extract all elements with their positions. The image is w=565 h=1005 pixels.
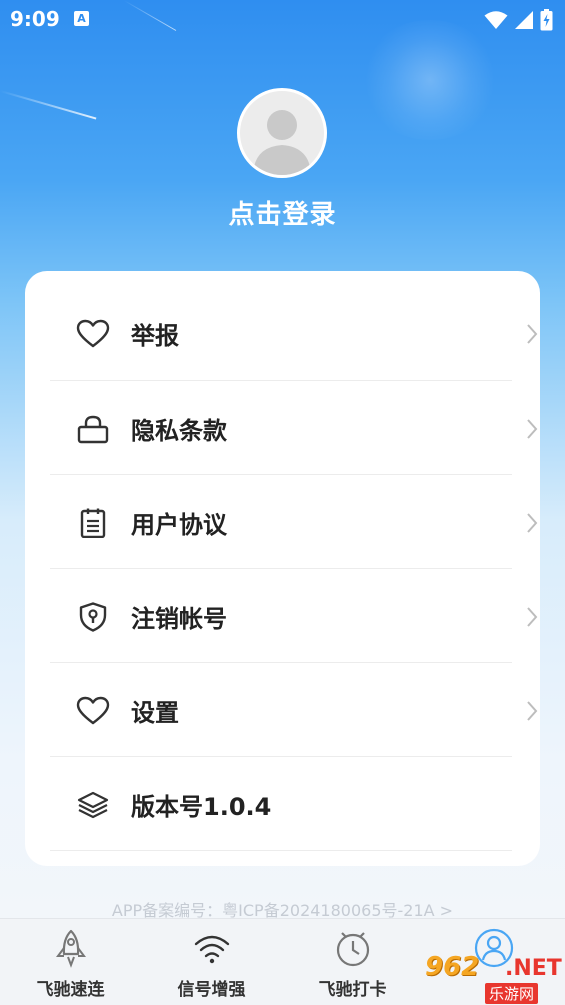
heart-icon xyxy=(76,696,110,725)
chevron-right-icon xyxy=(527,701,538,721)
menu-item-user-agreement[interactable]: 用户协议 xyxy=(50,475,540,569)
cellular-signal-icon xyxy=(515,11,533,29)
status-icons xyxy=(484,9,553,31)
tab-signal-boost[interactable]: 信号增强 xyxy=(141,919,282,1005)
nav-label: 飞驰速连 xyxy=(36,980,105,1000)
background-sparkle xyxy=(360,20,500,140)
chevron-right-icon xyxy=(527,607,538,627)
menu-item-label: 注销帐号 xyxy=(131,605,227,633)
watermark-number: 962 xyxy=(425,952,480,982)
wifi-icon xyxy=(484,11,508,29)
menu-item-version: 版本号1.0.4 xyxy=(50,757,540,851)
menu-item-settings[interactable]: 设置 xyxy=(50,663,540,757)
notification-badge: A xyxy=(74,11,89,26)
heart-icon xyxy=(76,319,110,348)
nav-label: 飞驰打卡 xyxy=(318,980,387,1000)
status-time: 9:09 xyxy=(10,7,60,31)
chevron-right-icon xyxy=(527,324,538,344)
menu-item-delete-account[interactable]: 注销帐号 xyxy=(50,569,540,663)
rocket-icon xyxy=(56,929,86,968)
status-bar: 9:09 A xyxy=(0,0,565,38)
menu-card: 举报 隐私条款 用户协议 注销帐号 设置 版本号1.0.4 xyxy=(25,271,540,866)
shield-keyhole-icon xyxy=(79,602,107,632)
divider xyxy=(50,850,512,851)
clock-icon xyxy=(336,932,370,967)
menu-item-label: 设置 xyxy=(131,699,179,727)
lock-icon xyxy=(77,415,109,444)
watermark-net: .NET xyxy=(505,956,562,981)
watermark-logo: 962 .NET 乐游网 xyxy=(425,952,565,1004)
battery-charging-icon xyxy=(540,9,553,31)
menu-item-label: 举报 xyxy=(131,322,179,350)
menu-item-label: 用户协议 xyxy=(131,511,227,539)
chevron-right-icon xyxy=(527,419,538,439)
chevron-right-icon xyxy=(527,513,538,533)
menu-item-label: 隐私条款 xyxy=(131,417,227,445)
watermark-site: 乐游网 xyxy=(485,983,539,1004)
background-streak xyxy=(0,90,97,120)
avatar[interactable] xyxy=(237,88,327,178)
tab-check-in[interactable]: 飞驰打卡 xyxy=(282,919,423,1005)
nav-label: 信号增强 xyxy=(177,980,246,1000)
menu-item-report[interactable]: 举报 xyxy=(50,286,540,380)
menu-item-label: 版本号1.0.4 xyxy=(131,793,272,821)
default-avatar-icon xyxy=(253,110,311,175)
notepad-icon xyxy=(80,508,106,538)
menu-item-privacy-policy[interactable]: 隐私条款 xyxy=(50,381,540,475)
wifi-signal-icon xyxy=(194,935,230,964)
login-prompt[interactable]: 点击登录 xyxy=(0,194,565,231)
layers-icon xyxy=(77,791,109,819)
tab-speed-connect[interactable]: 飞驰速连 xyxy=(0,919,141,1005)
